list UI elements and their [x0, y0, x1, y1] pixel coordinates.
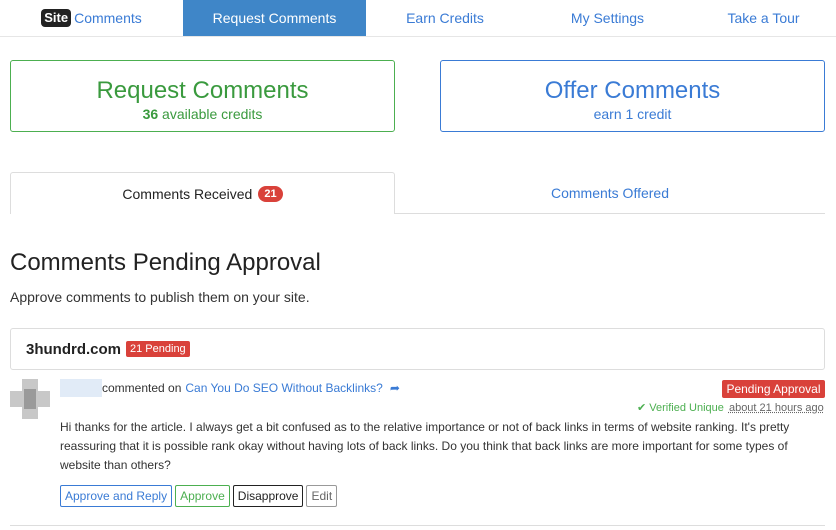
- status-badge: Pending Approval: [722, 380, 825, 398]
- approve-button[interactable]: Approve: [175, 485, 230, 507]
- commenter-name-redacted[interactable]: [60, 379, 102, 397]
- nav-request-comments[interactable]: Request Comments: [183, 0, 366, 36]
- avatar: [10, 379, 50, 419]
- request-comments-title: Request Comments: [96, 77, 309, 104]
- tab-comments-offered[interactable]: Comments Offered: [395, 172, 825, 214]
- site-logo-link[interactable]: Site Comments: [0, 0, 183, 36]
- disapprove-button[interactable]: Disapprove: [232, 485, 304, 507]
- site-name: 3hundrd.com: [26, 340, 122, 358]
- post-title-link[interactable]: Can You Do SEO Without Backlinks?: [185, 381, 382, 395]
- tab-received-label: Comments Received: [122, 185, 253, 202]
- pending-count-badge: 21 Pending: [126, 341, 190, 357]
- tab-comments-received[interactable]: Comments Received 21: [10, 172, 395, 214]
- comment-header: commented on Can You Do SEO Without Back…: [102, 381, 400, 395]
- request-comments-card[interactable]: Request Comments 36 available credits: [10, 60, 395, 132]
- section-description: Approve comments to publish them on your…: [10, 289, 310, 305]
- credits-suffix: available credits: [158, 106, 263, 122]
- logo-text: Comments: [74, 10, 142, 26]
- check-icon: ✔: [637, 402, 647, 414]
- comment-action-text: commented on: [102, 381, 182, 395]
- nav-my-settings[interactable]: My Settings: [524, 0, 691, 36]
- offer-comments-title: Offer Comments: [544, 77, 721, 104]
- offer-comments-subtitle: earn 1 credit: [593, 106, 672, 122]
- top-navigation: Site Comments Request Comments Earn Cred…: [0, 0, 836, 37]
- available-credits: 36 available credits: [11, 106, 394, 122]
- page-title: Comments Pending Approval: [10, 249, 321, 276]
- verified-status: ✔ Verified Unique about 21 hours ago: [637, 401, 824, 414]
- comment-actions: Approve and Reply Approve Disapprove Edi…: [60, 485, 338, 507]
- received-count-badge: 21: [258, 185, 283, 202]
- share-arrow-icon[interactable]: ➦: [390, 381, 400, 395]
- divider: [10, 525, 825, 526]
- approve-and-reply-button[interactable]: Approve and Reply: [60, 485, 173, 507]
- offer-comments-card[interactable]: Offer Comments earn 1 credit: [440, 60, 825, 132]
- edit-button[interactable]: Edit: [306, 485, 338, 507]
- comment-timestamp: about 21 hours ago: [728, 402, 824, 414]
- comments-tabs: Comments Received 21 Comments Offered: [10, 172, 825, 214]
- comment-body: Hi thanks for the article. I always get …: [60, 420, 790, 472]
- site-header: 3hundrd.com 21 Pending: [10, 328, 825, 370]
- verified-text: Verified Unique: [649, 402, 724, 414]
- nav-take-a-tour[interactable]: Take a Tour: [691, 0, 836, 36]
- nav-earn-credits[interactable]: Earn Credits: [366, 0, 524, 36]
- credits-count: 36: [142, 106, 159, 122]
- logo-badge: Site: [41, 9, 72, 27]
